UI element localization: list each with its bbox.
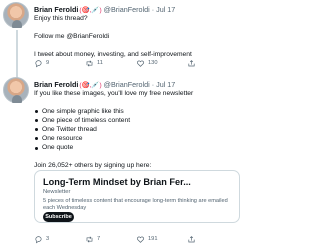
- tweet-paragraph: Enjoy this thread?: [34, 15, 88, 22]
- avatar[interactable]: [3, 77, 29, 103]
- retweet-icon: [86, 60, 93, 66]
- author-name[interactable]: Brian Feroldi: [34, 80, 78, 89]
- share-icon: [188, 235, 195, 242]
- retweet-button[interactable]: 7: [85, 235, 136, 244]
- list-item: One piece of timeless content: [34, 116, 242, 125]
- list-item-text: One simple graphic like this: [42, 108, 124, 116]
- reply-icon: [35, 59, 42, 67]
- list-item-text: One Twitter thread: [42, 126, 97, 134]
- tweet-text: If you like these images, you'll love my…: [34, 89, 242, 170]
- author-handle[interactable]: @BrianFeroldi: [104, 5, 150, 14]
- list-item: One quote: [34, 143, 242, 152]
- heart-icon: [137, 60, 144, 67]
- list-item-text: One resource: [42, 135, 83, 143]
- list-item: One resource: [34, 134, 242, 143]
- list-item-text: One piece of timeless content: [42, 117, 131, 125]
- join-text: Join 26,052+ others by signing up here:: [34, 161, 152, 169]
- tweet-paragraph: Follow me @BrianFeroldi: [34, 33, 110, 41]
- tweet-actions: 9 11 130: [34, 57, 239, 69]
- heart-icon: [137, 236, 144, 243]
- list-item: One simple graphic like this: [34, 107, 242, 116]
- share-button[interactable]: [187, 59, 207, 68]
- reply-count: 9: [46, 60, 50, 66]
- card-description: 5 pieces of timeless content that encour…: [43, 198, 228, 211]
- thread-line: [16, 30, 18, 74]
- tweet-2[interactable]: Brian Feroldi (🎯,💉) @BrianFeroldi · Jul …: [0, 74, 250, 250]
- retweet-icon: [86, 236, 93, 242]
- tweet-intro: If you like these images, you'll love my…: [34, 90, 194, 97]
- reply-icon: [35, 235, 42, 243]
- list-item-text: One quote: [42, 144, 74, 152]
- bullet-icon: [35, 146, 38, 150]
- card-subtitle: Newsletter: [43, 189, 71, 195]
- card-title[interactable]: Long-Term Mindset by Brian Fer...: [43, 177, 231, 188]
- reply-button[interactable]: 9: [34, 59, 85, 68]
- tweet-date[interactable]: Jul 17: [156, 80, 175, 89]
- reply-button[interactable]: 3: [34, 235, 85, 244]
- reply-count: 3: [46, 236, 50, 242]
- profile-badges: (🎯,💉): [79, 6, 102, 14]
- subscribe-button[interactable]: Subscribe: [43, 212, 74, 222]
- like-count: 130: [148, 60, 158, 66]
- profile-badges: (🎯,💉): [79, 81, 102, 89]
- like-button[interactable]: 130: [136, 59, 187, 68]
- share-button[interactable]: [187, 235, 207, 244]
- bullet-icon: [35, 137, 38, 141]
- share-icon: [188, 59, 195, 66]
- tweet-text: Enjoy this thread? Follow me @BrianFerol…: [34, 14, 242, 59]
- separator-dot: ·: [151, 5, 155, 14]
- bullet-list: One simple graphic like this One piece o…: [34, 107, 242, 152]
- tweet-actions: 3 7 191: [34, 233, 239, 245]
- bullet-icon: [35, 110, 38, 114]
- list-item: One Twitter thread: [34, 125, 242, 134]
- retweet-button[interactable]: 11: [85, 59, 136, 68]
- retweet-count: 11: [97, 60, 103, 66]
- author-handle[interactable]: @BrianFeroldi: [104, 80, 150, 89]
- tweet-1[interactable]: Brian Feroldi (🎯,💉) @BrianFeroldi · Jul …: [0, 0, 250, 74]
- bullet-icon: [35, 119, 38, 123]
- retweet-count: 7: [97, 236, 101, 242]
- author-name[interactable]: Brian Feroldi: [34, 5, 78, 14]
- separator-dot: ·: [151, 80, 155, 89]
- tweet-date[interactable]: Jul 17: [156, 5, 175, 14]
- like-count: 191: [148, 236, 158, 242]
- avatar[interactable]: [3, 2, 29, 28]
- newsletter-card[interactable]: Long-Term Mindset by Brian Fer... Newsle…: [34, 170, 240, 223]
- like-button[interactable]: 191: [136, 235, 187, 244]
- bullet-icon: [35, 128, 38, 132]
